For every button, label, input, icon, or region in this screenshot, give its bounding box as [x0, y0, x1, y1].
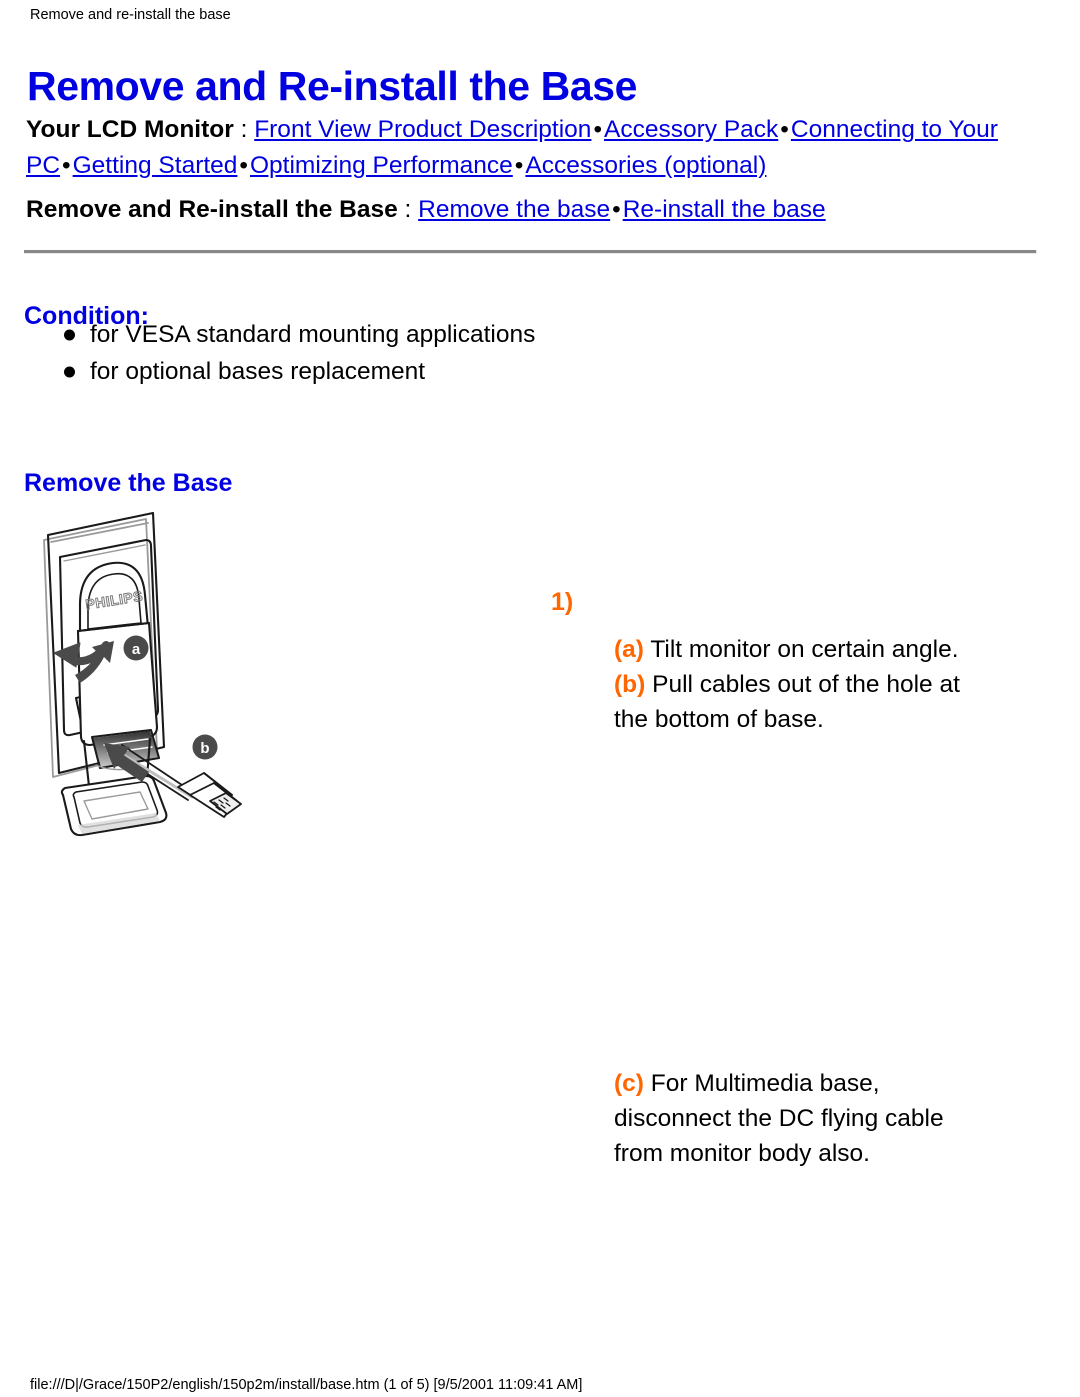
nav-secondary-lead: Remove and Re-install the Base — [26, 196, 398, 223]
svg-text:b: b — [200, 740, 209, 757]
nav-link-remove-the-base[interactable]: Remove the base — [418, 196, 610, 223]
condition-list: for VESA standard mounting applications … — [58, 316, 758, 390]
bullet-icon — [64, 329, 75, 340]
list-item: for optional bases replacement — [58, 353, 758, 390]
svg-text:a: a — [132, 641, 141, 658]
nav-link-re-install-the-base[interactable]: Re-install the base — [623, 196, 826, 223]
list-item-label: for optional bases replacement — [90, 358, 426, 385]
step-body-b: Pull cables out of the hole at the botto… — [614, 671, 960, 733]
step-body-a: Tilt monitor on certain angle. — [643, 636, 959, 663]
callout-b-badge: b — [192, 734, 218, 760]
horizontal-rule-divider — [24, 250, 1037, 254]
step-label-a: (a) — [614, 636, 644, 663]
nav-link-front-view-product-description[interactable]: Front View Product Description — [254, 116, 591, 143]
breadcrumb: Remove and re-install the base — [30, 7, 231, 23]
step-body-c: For Multimedia base, disconnect the DC f… — [614, 1070, 944, 1167]
nav-separator: • — [514, 152, 524, 179]
step-instructions-c: (c) For Multimedia base, disconnect the … — [614, 1066, 974, 1171]
footer-file-path: file:///D|/Grace/150P2/english/150p2m/in… — [30, 1377, 583, 1393]
callout-a-badge: a — [123, 635, 149, 661]
nav-link-getting-started[interactable]: Getting Started — [73, 152, 238, 179]
bullet-icon — [64, 366, 75, 377]
document-page: Remove and re-install the base Remove an… — [0, 0, 1080, 1397]
nav-link-optimizing-performance[interactable]: Optimizing Performance — [250, 152, 513, 179]
step-label-b: (b) — [614, 671, 646, 698]
nav-primary-colon: : — [233, 116, 255, 143]
nav-separator: • — [239, 152, 248, 179]
lcd-monitor-illustration: PHILIPS a b — [18, 495, 398, 855]
list-item: for VESA standard mounting applications — [58, 316, 758, 353]
nav-separator: • — [62, 152, 71, 179]
step-instructions-ab: (a) Tilt monitor on certain angle. (b) P… — [614, 632, 974, 737]
list-item-label: for VESA standard mounting applications — [90, 321, 536, 348]
nav-secondary-colon: : — [397, 196, 419, 223]
nav-secondary: Remove and Re-install the Base : Remove … — [26, 192, 1038, 228]
nav-separator: • — [593, 116, 603, 143]
nav-link-accessory-pack[interactable]: Accessory Pack — [604, 116, 778, 143]
remove-the-base-heading: Remove the Base — [24, 468, 233, 497]
nav-separator: • — [780, 116, 789, 143]
nav-primary: Your LCD Monitor : Front View Product De… — [26, 112, 1038, 184]
nav-primary-lead: Your LCD Monitor — [26, 116, 234, 143]
step-number: 1) — [551, 588, 574, 616]
nav-link-accessories-optional[interactable]: Accessories (optional) — [525, 152, 766, 179]
page-title: Remove and Re-install the Base — [27, 63, 638, 110]
nav-separator: • — [612, 196, 621, 223]
step-label-c: (c) — [614, 1070, 644, 1097]
